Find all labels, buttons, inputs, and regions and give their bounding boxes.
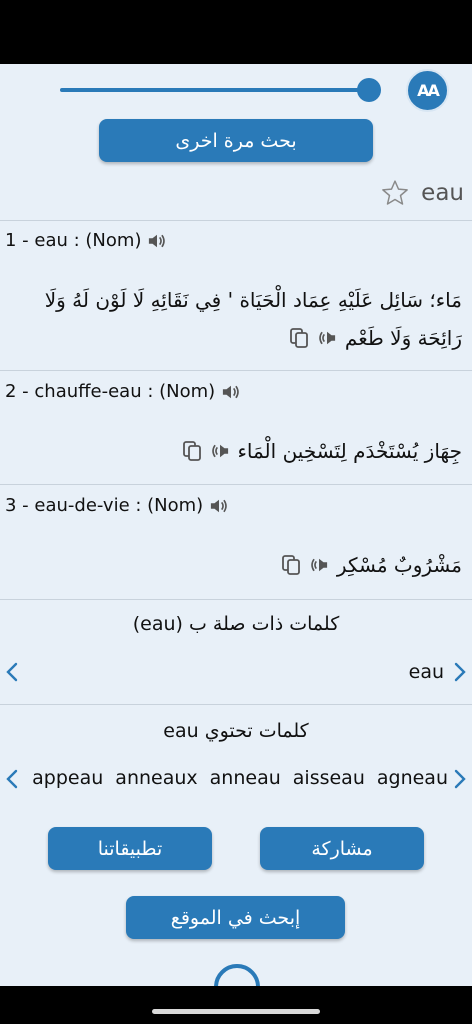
entry-title-text: 3 - eau-de-vie : (Nom) xyxy=(5,495,204,516)
speaker-icon[interactable] xyxy=(317,329,337,347)
app-screen: AA بحث مرة اخرى eau 1 - eau : (Nom) مَاء… xyxy=(0,64,472,986)
speaker-icon[interactable] xyxy=(309,556,329,574)
status-bar xyxy=(0,0,472,64)
speaker-icon[interactable] xyxy=(209,497,229,515)
headword: eau xyxy=(421,180,464,206)
containing-words-list: agneau aisseau anneau anneaux appeau xyxy=(18,767,448,789)
containing-word[interactable]: anneaux xyxy=(115,767,197,789)
entry-definition-second-line: رَائِحَة وَلَا طَعْم xyxy=(289,326,462,350)
entry-definition-text: رَائِحَة وَلَا طَعْم xyxy=(344,326,462,350)
font-size-slider[interactable] xyxy=(60,88,370,92)
bottom-bar xyxy=(0,986,472,1024)
speaker-icon[interactable] xyxy=(147,232,167,250)
divider xyxy=(0,599,472,600)
chevron-right-icon[interactable] xyxy=(452,661,468,683)
copy-icon[interactable] xyxy=(182,440,202,462)
entry-title-text: 1 - eau : (Nom) xyxy=(5,230,142,251)
entry-title: 2 - chauffe-eau : (Nom) xyxy=(5,381,241,402)
copy-icon[interactable] xyxy=(289,327,309,349)
entry-title-text: 2 - chauffe-eau : (Nom) xyxy=(5,381,216,402)
chevron-left-icon[interactable] xyxy=(4,661,20,683)
related-word[interactable]: eau xyxy=(409,661,444,683)
entry-definition: مَشْرُوبٌ مُسْكِر xyxy=(281,553,462,577)
related-words-title: كلمات ذات صلة ب (eau) xyxy=(132,613,340,635)
entry-definition: مَاء؛ سَائِل عَلَيْهِ عِمَاد الْحَيَاة '… xyxy=(45,288,462,312)
entry-title: 3 - eau-de-vie : (Nom) xyxy=(5,495,229,516)
divider xyxy=(0,370,472,371)
entry-definition-text: مَاء؛ سَائِل عَلَيْهِ عِمَاد الْحَيَاة '… xyxy=(44,288,462,312)
divider xyxy=(0,704,472,705)
divider xyxy=(0,220,472,221)
font-size-slider-thumb[interactable] xyxy=(357,78,381,102)
containing-word[interactable]: aisseau xyxy=(293,767,365,789)
scroll-top-button[interactable] xyxy=(214,964,260,986)
entry-definition: جِهَاز يُسْتَخْدَم لِتَسْخِين الْمَاء xyxy=(182,439,463,463)
speaker-icon[interactable] xyxy=(210,442,230,460)
entry-definition-text: جِهَاز يُسْتَخْدَم لِتَسْخِين الْمَاء xyxy=(237,439,463,463)
favorite-star-icon[interactable] xyxy=(380,178,410,208)
containing-words-title: كلمات تحتوي eau xyxy=(163,720,309,742)
home-indicator[interactable] xyxy=(152,1009,320,1014)
entry-definition-text: مَشْرُوبٌ مُسْكِر xyxy=(336,553,462,577)
search-site-button[interactable]: إبحث في الموقع xyxy=(126,896,345,939)
containing-word[interactable]: anneau xyxy=(210,767,281,789)
divider xyxy=(0,484,472,485)
copy-icon[interactable] xyxy=(281,554,301,576)
our-apps-button[interactable]: تطبيقاتنا xyxy=(48,827,212,870)
containing-word[interactable]: agneau xyxy=(377,767,448,789)
share-button[interactable]: مشاركة xyxy=(260,827,424,870)
entry-title: 1 - eau : (Nom) xyxy=(5,230,167,251)
search-again-button[interactable]: بحث مرة اخرى xyxy=(99,119,373,162)
chevron-right-icon[interactable] xyxy=(452,768,468,790)
font-size-button[interactable]: AA xyxy=(406,69,449,112)
containing-word[interactable]: appeau xyxy=(32,767,103,789)
speaker-icon[interactable] xyxy=(221,383,241,401)
